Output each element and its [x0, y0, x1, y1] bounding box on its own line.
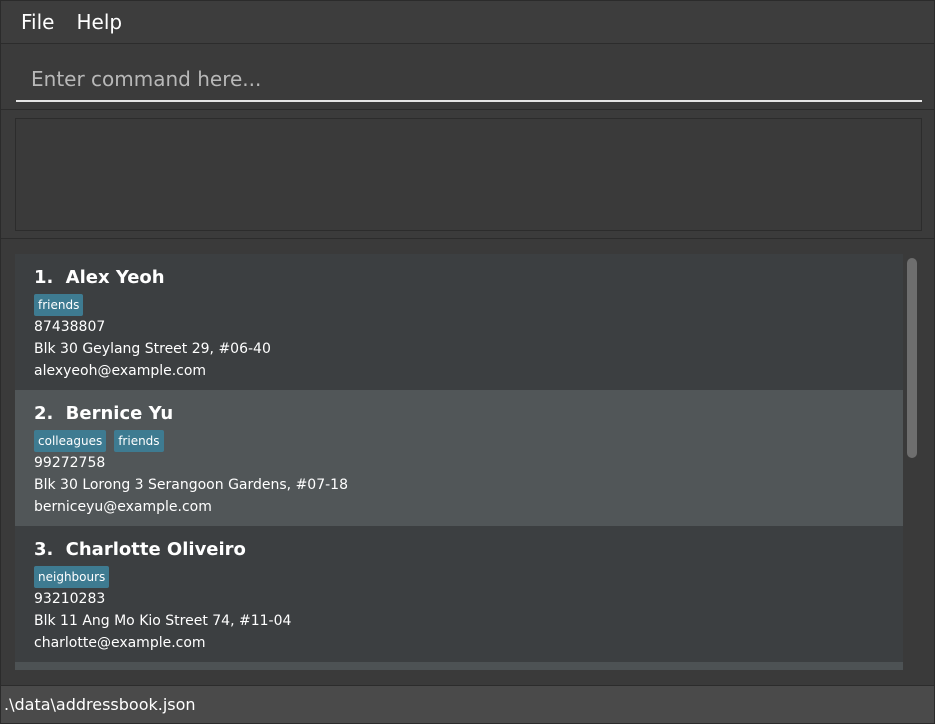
person-card[interactable]: 3. Charlotte Oliveiro neighbours 9321028… [15, 526, 903, 662]
person-name: Bernice Yu [65, 403, 174, 424]
menu-help[interactable]: Help [66, 1, 134, 43]
person-index: 2. [34, 403, 54, 424]
list-scrollbar[interactable] [905, 258, 919, 668]
status-bar: .\data\addressbook.json [1, 685, 934, 723]
person-name: Charlotte Oliveiro [65, 539, 246, 560]
tag-list: friends [34, 294, 903, 316]
person-card-selected[interactable]: 2. Bernice Yu colleagues friends 9927275… [15, 390, 903, 526]
result-display-pane [1, 110, 934, 239]
person-title: 2. Bernice Yu [34, 402, 903, 426]
person-title: 1. Alex Yeoh [34, 266, 903, 290]
person-title: 3. Charlotte Oliveiro [34, 538, 903, 562]
person-address: Blk 11 Ang Mo Kio Street 74, #11-04 [34, 613, 292, 629]
tag: neighbours [34, 566, 110, 588]
person-name: Alex Yeoh [65, 267, 165, 288]
command-box-pane [1, 44, 934, 110]
tag-list: colleagues friends [34, 430, 903, 452]
result-display [15, 118, 922, 231]
menu-bar: File Help [1, 1, 934, 44]
person-index: 1. [34, 267, 54, 288]
tag-list: neighbours [34, 566, 903, 588]
person-list-pane: 1. Alex Yeoh friends 87438807 Blk 30 Gey… [1, 240, 934, 684]
app-window: File Help 1. Alex Yeoh friends 87438807 … [0, 0, 935, 724]
tag: colleagues [34, 430, 107, 452]
person-phone: 87438807 [34, 319, 106, 335]
menu-file[interactable]: File [1, 1, 66, 43]
tag: friends [114, 430, 164, 452]
tag: friends [34, 294, 84, 316]
person-index: 3. [34, 539, 54, 560]
person-list: 1. Alex Yeoh friends 87438807 Blk 30 Gey… [15, 254, 903, 670]
person-phone: 93210283 [34, 591, 106, 607]
person-email: berniceyu@example.com [34, 499, 212, 515]
person-email: alexyeoh@example.com [34, 363, 207, 379]
scrollbar-thumb[interactable] [907, 258, 917, 458]
person-address: Blk 30 Geylang Street 29, #06-40 [34, 341, 271, 357]
person-address: Blk 30 Lorong 3 Serangoon Gardens, #07-1… [34, 477, 348, 493]
list-next-card-edge [15, 662, 903, 670]
save-file-path: .\data\addressbook.json [4, 695, 196, 714]
person-card[interactable]: 1. Alex Yeoh friends 87438807 Blk 30 Gey… [15, 254, 903, 390]
person-phone: 99272758 [34, 455, 106, 471]
command-input[interactable] [16, 58, 922, 102]
person-email: charlotte@example.com [34, 635, 206, 651]
